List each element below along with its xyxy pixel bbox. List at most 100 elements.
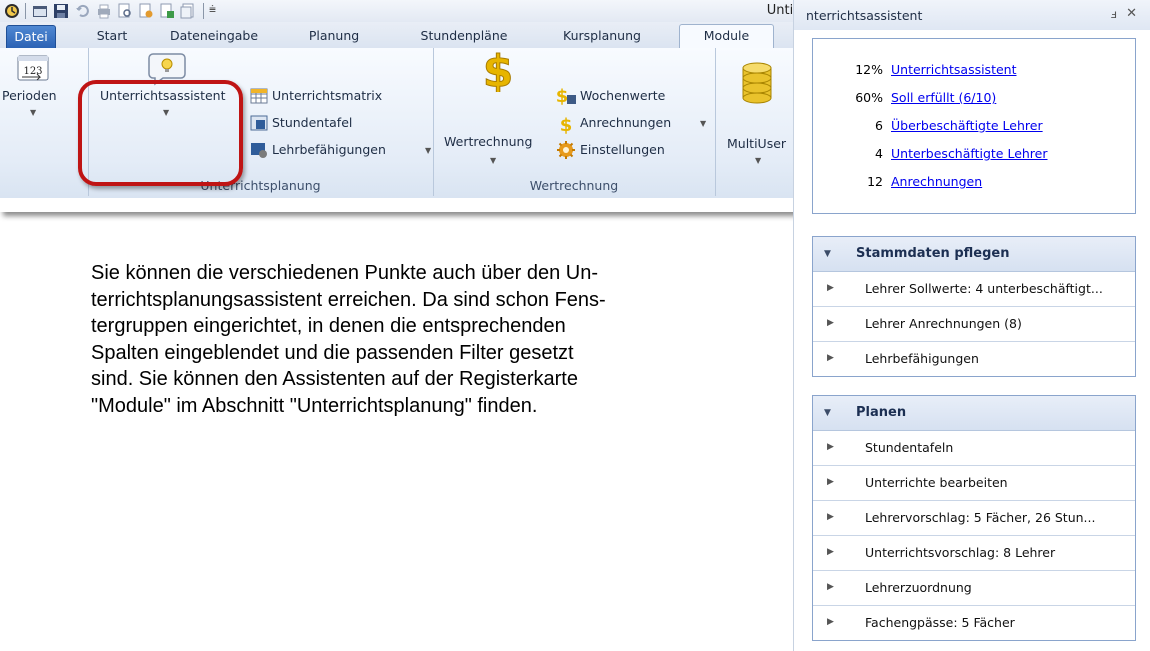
section-title: Planen — [856, 405, 907, 420]
section-item[interactable]: ▶ Lehrer Anrechnungen (8) — [813, 307, 1135, 342]
paragraph-line: tergruppen eingerichtet, in denen die en… — [91, 315, 566, 337]
wochenwerte-button[interactable]: Wochenwerte — [580, 88, 665, 103]
close-icon[interactable]: ✕ — [1126, 6, 1137, 21]
einstellungen-button[interactable]: Einstellungen — [580, 142, 665, 157]
multiuser-button[interactable]: MultiUser — [727, 136, 786, 151]
expand-triangle-icon[interactable]: ▶ — [827, 442, 834, 452]
paragraph-line: Sie können die verschiedenen Punkte auch… — [91, 262, 599, 284]
svg-text:$: $ — [483, 46, 514, 92]
section-item[interactable]: ▶ Unterrichte bearbeiten — [813, 466, 1135, 501]
report-icon[interactable] — [138, 3, 154, 19]
section-item[interactable]: ▶ Lehrbefähigungen — [813, 342, 1135, 376]
paragraph-line: "Module" im Abschnitt "Unterrichtsplanun… — [91, 394, 538, 417]
section-header[interactable]: ▼ Planen — [813, 396, 1135, 431]
paragraph-line: terrichtsplanungsassistent erreichen. Da… — [91, 288, 606, 311]
tab-datei[interactable]: Datei — [6, 25, 56, 49]
save-icon[interactable] — [53, 3, 69, 19]
dollar-icon: $ — [482, 46, 514, 92]
section-item-label: Lehrer Anrechnungen (8) — [865, 316, 1022, 331]
tab-planung[interactable]: Planung — [301, 25, 367, 48]
customize-toolbar-icon[interactable]: ⩧ — [209, 2, 216, 17]
app-clock-icon[interactable] — [4, 3, 20, 19]
section-item[interactable]: ▶ Unterrichtsvorschlag: 8 Lehrer — [813, 536, 1135, 571]
summary-link[interactable]: Unterrichtsassistent — [891, 61, 1017, 79]
paragraph-line: sind. Sie können den Assistenten auf der… — [91, 368, 578, 390]
svg-text:$: $ — [556, 86, 569, 106]
pane-title: nterrichtsassistent — [806, 8, 923, 23]
group-label-wertrechnung: Wertrechnung — [529, 178, 619, 193]
section-item[interactable]: ▶ Lehrervorschlag: 5 Fächer, 26 Stun... — [813, 501, 1135, 536]
expand-triangle-icon[interactable]: ▶ — [827, 283, 834, 293]
ribbon-tabs: Datei Start Dateneingabe Planung Stunden… — [0, 22, 806, 50]
open-folder-icon[interactable] — [32, 3, 48, 19]
expand-triangle-icon[interactable]: ▶ — [827, 318, 834, 328]
perioden-button[interactable]: Perioden — [2, 88, 57, 103]
expand-triangle-icon[interactable]: ▶ — [827, 477, 834, 487]
section-header[interactable]: ▼ Stammdaten pflegen — [813, 237, 1135, 272]
tab-kursplanung[interactable]: Kursplanung — [557, 25, 647, 48]
pane-header: nterrichtsassistent ⅎ ✕ — [794, 0, 1150, 30]
section-item-label: Fachengpässe: 5 Fächer — [865, 615, 1015, 630]
assistant-pane: nterrichtsassistent ⅎ ✕ 12% Unterrichtsa… — [793, 0, 1150, 651]
chevron-down-icon[interactable]: ▼ — [425, 146, 431, 155]
section-item[interactable]: ▶ Lehrer Sollwerte: 4 unterbeschäftigt..… — [813, 272, 1135, 307]
section-title: Stammdaten pflegen — [856, 246, 1010, 261]
summary-value: 6 — [875, 118, 883, 133]
chevron-down-icon[interactable]: ▼ — [755, 156, 761, 165]
svg-text:$: $ — [560, 115, 573, 134]
print-icon[interactable] — [96, 3, 112, 19]
section-item[interactable]: ▶ Stundentafeln — [813, 431, 1135, 466]
pin-icon[interactable]: ⅎ — [1111, 7, 1117, 21]
section-planen: ▼ Planen ▶ Stundentafeln ▶ Unterrichte b… — [812, 395, 1136, 641]
tab-dateneingabe[interactable]: Dateneingabe — [168, 25, 260, 48]
toolbar-separator — [25, 3, 26, 19]
stundentafel-button[interactable]: Stundentafel — [272, 115, 352, 130]
svg-text:123: 123 — [23, 66, 42, 77]
chevron-down-icon[interactable]: ▼ — [700, 119, 706, 128]
chevron-down-icon[interactable]: ▼ — [30, 108, 36, 117]
expand-triangle-icon[interactable]: ▶ — [827, 547, 834, 557]
pages-icon[interactable] — [180, 3, 196, 19]
tab-start[interactable]: Start — [92, 25, 132, 48]
export-icon[interactable] — [159, 3, 175, 19]
lehrbefaehigungen-button[interactable]: Lehrbefähigungen — [272, 142, 386, 157]
timetable-icon — [250, 115, 268, 131]
expand-triangle-icon[interactable]: ▶ — [827, 512, 834, 522]
qualification-icon — [251, 143, 267, 158]
chevron-down-icon[interactable]: ▼ — [490, 156, 496, 165]
undo-icon[interactable] — [75, 3, 91, 19]
paragraph-line: Spalten eingeblendet und die passenden F… — [91, 341, 574, 364]
expand-triangle-icon[interactable]: ▶ — [827, 617, 834, 627]
summary-row: 12% Unterrichtsassistent — [813, 61, 1135, 79]
summary-value: 12% — [855, 62, 883, 77]
wertrechnung-button[interactable]: Wertrechnung — [444, 134, 532, 149]
ribbon-screenshot: ⩧ Untis Datei Start Dateneingabe Planung… — [0, 0, 806, 212]
settings-gear-icon — [557, 141, 575, 159]
section-item-label: Stundentafeln — [865, 440, 954, 455]
section-item-label: Lehrer Sollwerte: 4 unterbeschäftigt... — [865, 281, 1103, 296]
group-divider — [433, 48, 434, 196]
summary-link[interactable]: Soll erfüllt (6/10) — [891, 89, 996, 107]
summary-value: 4 — [875, 146, 883, 161]
unterrichtsmatrix-button[interactable]: Unterrichtsmatrix — [272, 88, 382, 103]
section-stammdaten: ▼ Stammdaten pflegen ▶ Lehrer Sollwerte:… — [812, 236, 1136, 377]
tab-module[interactable]: Module — [679, 24, 774, 50]
database-icon — [742, 62, 772, 104]
anrechnungen-button[interactable]: Anrechnungen — [580, 115, 671, 130]
matrix-icon — [250, 88, 268, 104]
summary-link[interactable]: Anrechnungen — [891, 173, 982, 191]
summary-link[interactable]: Unterbeschäftigte Lehrer — [891, 145, 1048, 163]
collapse-triangle-icon[interactable]: ▼ — [824, 408, 831, 418]
instruction-paragraph: Sie können die verschiedenen Punkte auch… — [91, 260, 768, 419]
tab-stundenplaene[interactable]: Stundenpläne — [414, 25, 514, 48]
summary-link[interactable]: Überbeschäftigte Lehrer — [891, 117, 1043, 135]
section-item[interactable]: ▶ Lehrerzuordnung — [813, 571, 1135, 606]
print-preview-icon[interactable] — [117, 3, 133, 19]
section-item[interactable]: ▶ Fachengpässe: 5 Fächer — [813, 606, 1135, 640]
expand-triangle-icon[interactable]: ▶ — [827, 582, 834, 592]
allowance-icon: $ — [560, 115, 573, 134]
section-item-label: Lehrerzuordnung — [865, 580, 972, 595]
screenshot-bottom-edge — [0, 198, 806, 212]
expand-triangle-icon[interactable]: ▶ — [827, 353, 834, 363]
collapse-triangle-icon[interactable]: ▼ — [824, 249, 831, 259]
